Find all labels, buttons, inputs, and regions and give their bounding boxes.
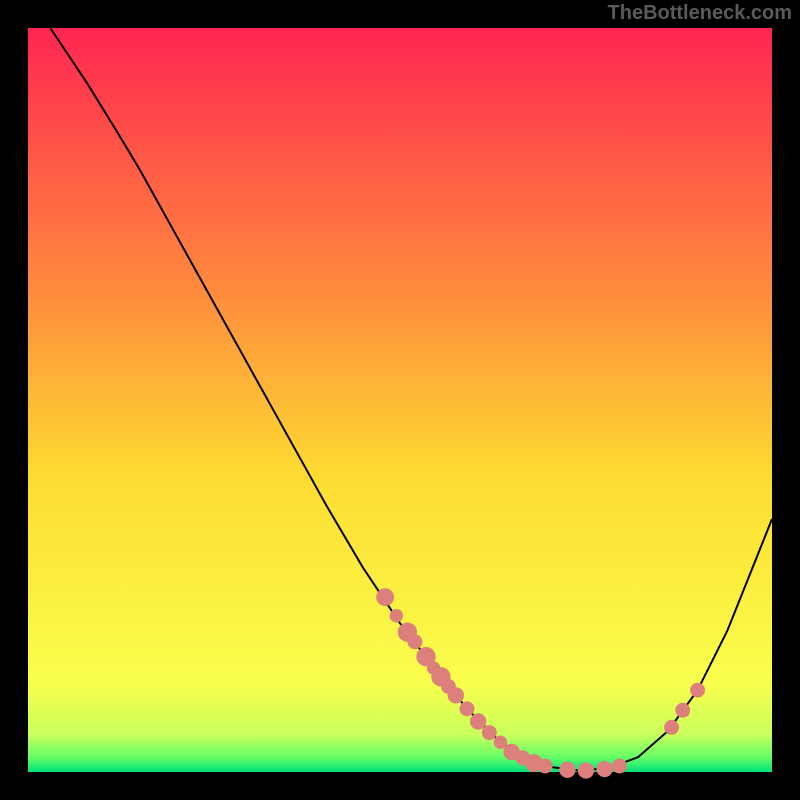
curve-marker <box>559 762 575 778</box>
curve-marker <box>690 683 705 698</box>
chart-svg <box>0 0 800 800</box>
watermark-text: TheBottleneck.com <box>608 2 792 25</box>
curve-marker <box>578 762 594 778</box>
curve-marker <box>460 701 475 716</box>
curve-marker <box>407 634 422 649</box>
curve-marker <box>470 713 486 729</box>
curve-marker <box>675 703 690 718</box>
curve-marker <box>390 609 403 622</box>
curve-marker <box>376 588 394 606</box>
curve-marker <box>538 759 553 774</box>
curve-marker <box>482 725 497 740</box>
plot-background <box>28 28 772 772</box>
curve-marker <box>596 761 612 777</box>
bottleneck-chart: TheBottleneck.com <box>0 0 800 800</box>
curve-marker <box>612 759 627 774</box>
curve-marker <box>664 720 679 735</box>
curve-marker <box>448 687 464 703</box>
